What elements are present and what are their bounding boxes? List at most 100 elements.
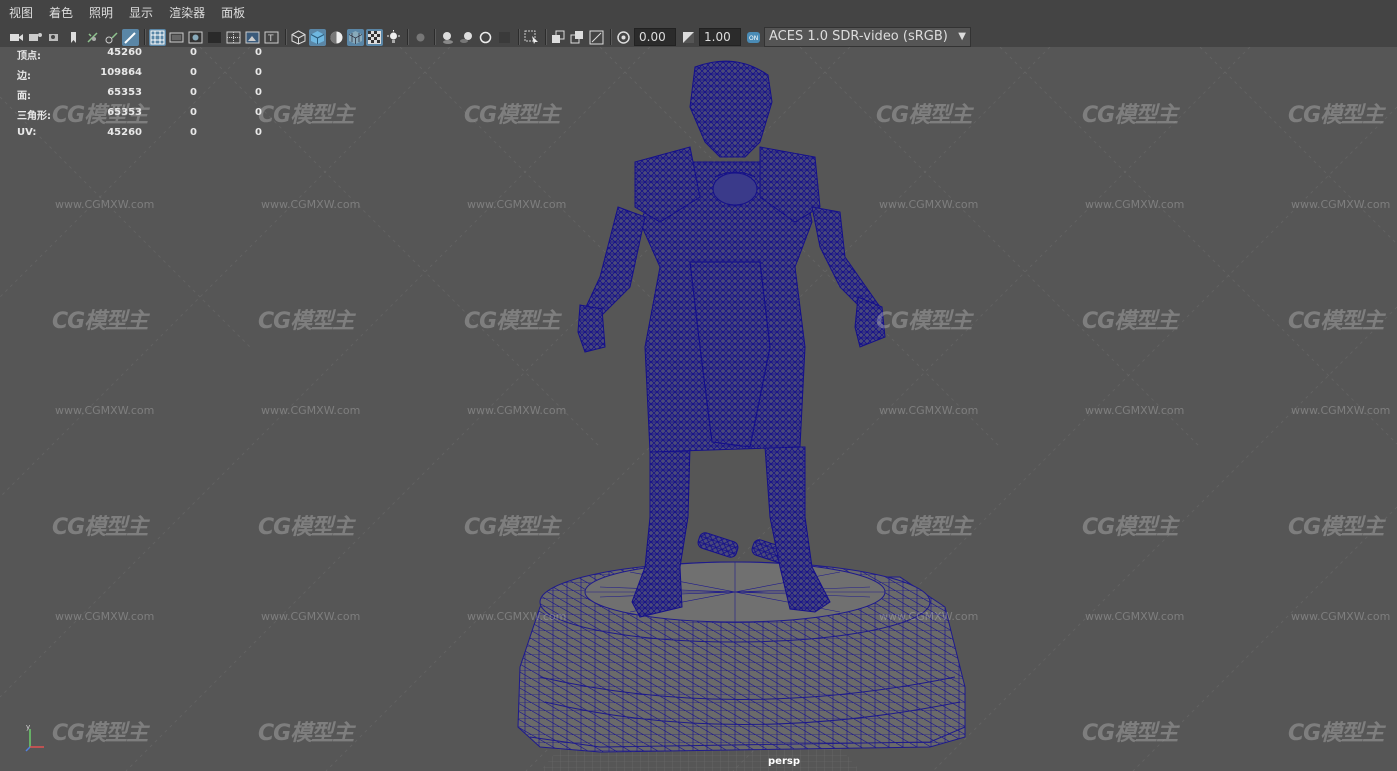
wireframe-icon[interactable]	[290, 29, 307, 46]
field-chart-grid-icon[interactable]	[225, 29, 242, 46]
watermark-url: www.CGMXW.com	[1291, 610, 1391, 623]
xray-joints-icon[interactable]	[569, 29, 586, 46]
film-gate-icon[interactable]	[103, 29, 120, 46]
watermark-url: www.CGMXW.com	[261, 404, 361, 417]
hud-row-vertices: 顶点: 45260 0 0	[15, 47, 275, 67]
watermark-url: www.CGMXW.com	[467, 198, 567, 211]
anti-aliasing-icon[interactable]	[477, 29, 494, 46]
ambient-occlusion-icon[interactable]	[439, 29, 456, 46]
textured-icon[interactable]	[366, 28, 383, 46]
menu-renderer[interactable]: 渲染器	[161, 0, 213, 27]
watermark-logo: CG模型主	[1082, 309, 1178, 334]
hud-value: 45260	[107, 127, 142, 138]
watermark-url: www.CGMXW.com	[467, 610, 567, 623]
separator	[407, 29, 409, 45]
watermark-url: www.CGMXW.com	[261, 610, 361, 623]
depth-of-field-icon[interactable]	[496, 29, 513, 46]
hud-value: 109864	[100, 67, 142, 78]
smooth-shade-icon[interactable]	[309, 28, 326, 46]
menu-bar: 视图 着色 照明 显示 渲染器 面板	[0, 0, 1397, 27]
separator	[545, 29, 547, 45]
hud-row-triangles: 三角形: 65353 0 0	[15, 107, 275, 127]
watermark-url: www.CGMXW.com	[1291, 198, 1391, 211]
hud-value: 65353	[107, 107, 142, 118]
hud-selected: 0	[190, 67, 197, 78]
watermark-url: www.CGMXW.com	[1085, 610, 1185, 623]
watermark-logo: CG模型主	[464, 103, 560, 128]
watermark-logo: CG模型主	[52, 309, 148, 334]
color-management-value: ACES 1.0 SDR-video (sRGB)	[769, 29, 948, 44]
menu-view[interactable]: 视图	[0, 0, 41, 27]
watermark-logo: CG模型主	[876, 103, 972, 128]
gamma-icon[interactable]	[680, 29, 697, 46]
xray-active-icon[interactable]	[588, 29, 605, 46]
scene-canvas	[0, 47, 1397, 771]
hud-label: 三角形:	[17, 111, 51, 122]
camera-attributes-icon[interactable]	[27, 29, 44, 46]
panel-toolbar: T 0.00 1.00 ON ACES 1.0 SDR-video (sRGB)…	[0, 27, 1397, 47]
viewport-persp[interactable]: CG模型主 CG模型主 CG模型主 CG模型主 CG模型主 CG模型主 www.…	[0, 47, 1397, 771]
watermark-logo: CG模型主	[1288, 103, 1384, 128]
separator	[434, 29, 436, 45]
separator	[144, 29, 146, 45]
separator	[285, 29, 287, 45]
safe-title-icon[interactable]	[206, 29, 223, 46]
hud-value: 65353	[107, 87, 142, 98]
menu-panels[interactable]: 面板	[213, 0, 253, 27]
hud-selected: 0	[190, 107, 197, 118]
image-plane-icon[interactable]	[65, 29, 82, 46]
use-all-lights-icon[interactable]	[385, 29, 402, 46]
exposure-icon[interactable]	[615, 29, 632, 46]
axis-y-label: y	[26, 723, 30, 731]
watermark-logo: CG模型主	[1082, 103, 1178, 128]
watermark-url: www.CGMXW.com	[1085, 198, 1185, 211]
svg-text:ON: ON	[749, 35, 758, 42]
hud-component: 0	[255, 87, 262, 98]
menu-lighting[interactable]: 照明	[81, 0, 121, 27]
field-chart-icon[interactable]	[168, 29, 185, 46]
color-management-icon[interactable]: ON	[745, 29, 762, 46]
watermark-url: www.CGMXW.com	[1291, 404, 1391, 417]
default-material-icon[interactable]	[328, 29, 345, 46]
hud-selected: 0	[190, 87, 197, 98]
text-annotation-icon[interactable]: T	[263, 29, 280, 46]
xray-icon[interactable]	[550, 29, 567, 46]
hud-row-faces: 面: 65353 0 0	[15, 87, 275, 107]
hud-label: 面:	[17, 91, 31, 102]
gamma-field[interactable]: 1.00	[699, 28, 741, 46]
watermark-url: www.CGMXW.com	[879, 198, 979, 211]
camera-icon[interactable]	[8, 29, 25, 46]
color-management-dropdown[interactable]: ACES 1.0 SDR-video (sRGB) ▼	[764, 27, 971, 47]
grid-icon[interactable]	[84, 29, 101, 46]
watermark-url: www.CGMXW.com	[467, 404, 567, 417]
hud-selected: 0	[190, 47, 197, 58]
watermark-logo: CG模型主	[464, 309, 560, 334]
gate-mask-icon[interactable]	[149, 28, 166, 46]
chevron-down-icon: ▼	[958, 31, 966, 42]
hud-component: 0	[255, 127, 262, 138]
menu-shading[interactable]: 着色	[41, 0, 81, 27]
watermark-logo: CG模型主	[52, 721, 148, 746]
hud-label: 顶点:	[17, 51, 41, 62]
image-plane-toggle-icon[interactable]	[244, 29, 261, 46]
safe-action-icon[interactable]	[187, 29, 204, 46]
watermark-url: www.CGMXW.com	[879, 610, 979, 623]
watermark-logo: CG模型主	[258, 309, 354, 334]
shadows-icon[interactable]	[412, 29, 429, 46]
watermark-logo: CG模型主	[1082, 721, 1178, 746]
watermark-logo: CG模型主	[258, 721, 354, 746]
watermark-logo: CG模型主	[52, 515, 148, 540]
hud-label: UV:	[17, 127, 37, 138]
hud-value: 45260	[107, 47, 142, 58]
isolate-select-icon[interactable]	[523, 29, 540, 46]
bookmark-icon[interactable]	[46, 29, 63, 46]
motion-blur-icon[interactable]	[458, 29, 475, 46]
resolution-gate-icon[interactable]	[122, 28, 139, 46]
watermark-url: www.CGMXW.com	[55, 610, 155, 623]
pedestal-mesh	[517, 561, 966, 753]
exposure-field[interactable]: 0.00	[634, 28, 676, 46]
watermark-logo: CG模型主	[1288, 721, 1384, 746]
menu-show[interactable]: 显示	[121, 0, 161, 27]
wireframe-on-shaded-icon[interactable]	[347, 28, 364, 46]
watermark-logo: CG模型主	[1288, 515, 1384, 540]
